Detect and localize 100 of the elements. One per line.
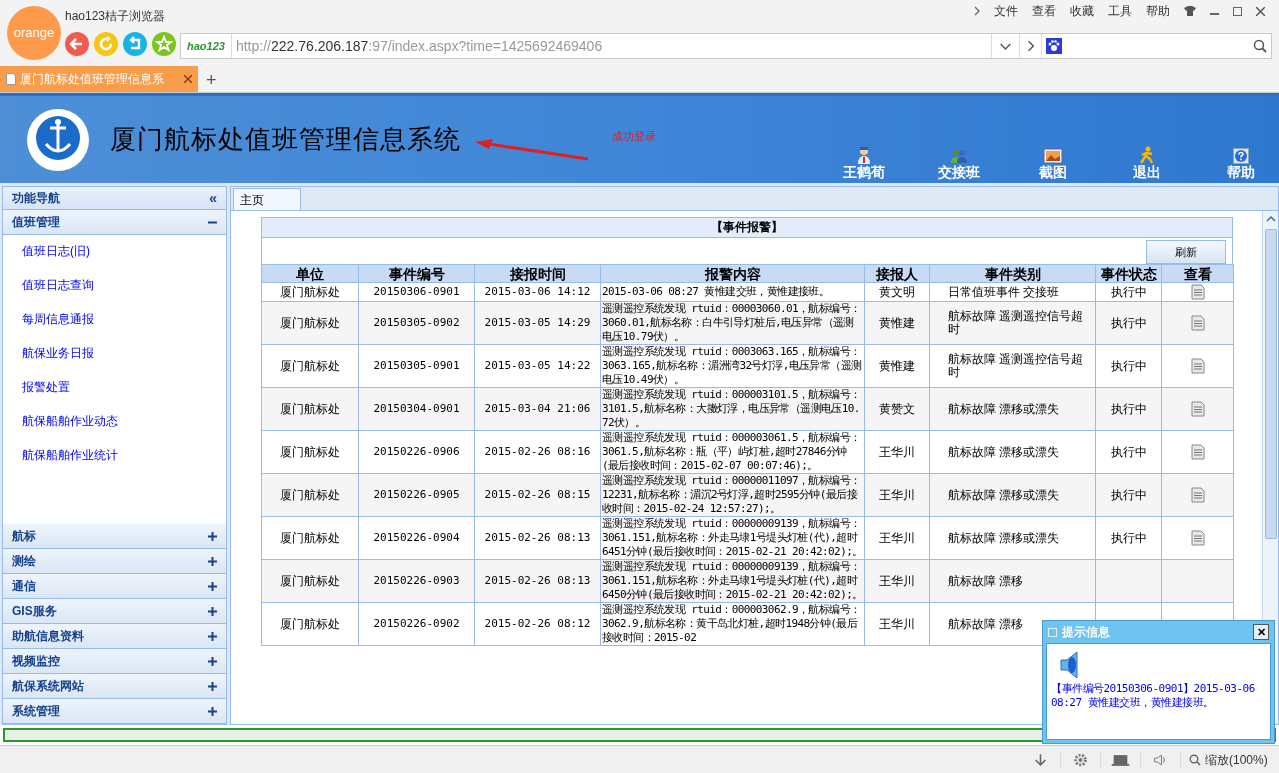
- table-cell: 20150226-0906: [358, 430, 475, 474]
- plus-icon[interactable]: [208, 606, 217, 616]
- sidebar-group[interactable]: GIS服务: [3, 599, 226, 624]
- person-icon: [856, 146, 872, 164]
- plus-icon[interactable]: [208, 556, 217, 566]
- document-icon[interactable]: [1190, 530, 1205, 546]
- chevron-icon[interactable]: [974, 6, 980, 16]
- plus-icon[interactable]: [208, 631, 217, 641]
- sidebar-link[interactable]: 航保船舶作业统计: [22, 445, 118, 479]
- sidebar-link[interactable]: 每周信息通报: [22, 309, 94, 343]
- plus-icon[interactable]: [208, 531, 217, 541]
- header-tool-button[interactable]: 帮助: [1207, 148, 1275, 180]
- table-cell: 2015-02-26 08:16: [474, 430, 601, 474]
- document-icon[interactable]: [1190, 358, 1205, 374]
- table-cell: 遥测遥控系统发现 rtuid：00000011097，航标编号：12231,航标名称：湄沉2号灯浮,超时2595分钟(最后接收时间：2015-02-24 12:57:27);。: [600, 473, 865, 517]
- search-icon: [1189, 753, 1201, 766]
- document-icon[interactable]: [1190, 444, 1205, 460]
- shirt-icon[interactable]: [1184, 6, 1196, 16]
- image-icon: [1043, 148, 1063, 164]
- plus-icon[interactable]: [208, 581, 217, 591]
- refresh-button[interactable]: 刷新: [1146, 240, 1226, 264]
- sidebar-link[interactable]: 航保船舶作业动态: [22, 411, 118, 445]
- menu-item[interactable]: 帮助: [1146, 2, 1170, 20]
- close-icon[interactable]: [1256, 6, 1265, 16]
- header-tool-button[interactable]: 交接班: [925, 148, 993, 180]
- menu-item[interactable]: 文件: [994, 2, 1018, 20]
- zoom-button[interactable]: 缩放(100%): [1181, 750, 1279, 769]
- table-cell: 2015-03-05 14:22: [474, 344, 601, 388]
- table-cell: 20150226-0905: [358, 473, 475, 517]
- star-icon[interactable]: [152, 32, 176, 56]
- return-icon[interactable]: [123, 32, 147, 56]
- sidebar-group[interactable]: 值班管理: [3, 210, 226, 235]
- table-cell: 20150305-0902: [358, 301, 475, 345]
- column-header: 单位: [261, 264, 359, 283]
- table-cell: 遥测遥控系统发现 rtuid：000003062.9，航标编号：3062.9,航标名称：黄干岛北灯桩,超时1948分钟(最后接收时间：2015-02: [600, 602, 865, 646]
- menu-item[interactable]: 工具: [1108, 2, 1132, 20]
- table-cell: 航标故障 漂移或漂失: [929, 473, 1096, 517]
- document-icon[interactable]: [1190, 487, 1205, 503]
- table-cell: 厦门航标处: [261, 301, 359, 345]
- back-icon[interactable]: [65, 32, 89, 56]
- table-cell: 航标故障 漂移: [929, 559, 1096, 603]
- table-cell: 20150226-0903: [358, 559, 475, 603]
- login-note: 成功登录: [612, 129, 656, 145]
- table-cell: 厦门航标处: [261, 430, 359, 474]
- sidebar-group[interactable]: 航保系统网站: [3, 674, 226, 699]
- page-icon: [6, 73, 16, 85]
- table-cell: 厦门航标处: [261, 559, 359, 603]
- emblem-icon: [26, 107, 90, 172]
- table-cell: 2015-02-26 08:13: [474, 516, 601, 560]
- table-cell: 2015-03-04 21:06: [474, 387, 601, 431]
- document-icon[interactable]: [1190, 315, 1205, 331]
- header-tool-button[interactable]: 截图: [1019, 148, 1087, 180]
- plus-icon[interactable]: [208, 656, 217, 666]
- table-cell: 20150226-0902: [358, 602, 475, 646]
- content-tab[interactable]: 主页: [233, 188, 301, 210]
- popup-message: 【事件编号20150306-0901】2015-03-06 08:27 黄惟建交班，黄惟建接班。: [1051, 682, 1256, 710]
- table-cell: 执行中: [1095, 387, 1162, 431]
- header-tool-button[interactable]: 退出: [1113, 146, 1181, 180]
- table-cell: 遥测遥控系统发现 rtuid：00000009139，航标编号：3061.151,航标名称：外走马埭1号堤头灯桩(代),超时6451分钟(最后接收时间：2015-02-21 20:42:02);。: [600, 516, 865, 560]
- sidebar-group[interactable]: 助航信息资料: [3, 624, 226, 649]
- column-header: 报警内容: [600, 264, 865, 283]
- table-cell: 20150306-0901: [358, 282, 475, 302]
- sidebar-group[interactable]: 视频监控: [3, 649, 226, 674]
- table-cell: 王华川: [864, 473, 930, 517]
- table-cell: 王华川: [864, 430, 930, 474]
- document-icon[interactable]: [1190, 284, 1205, 300]
- sidebar-group[interactable]: 系统管理: [3, 699, 226, 724]
- table-cell: 厦门航标处: [261, 602, 359, 646]
- restore-icon[interactable]: [1233, 6, 1242, 16]
- sidebar-group[interactable]: 航标: [3, 524, 226, 549]
- plus-icon[interactable]: [208, 681, 217, 691]
- table-cell: 厦门航标处: [261, 282, 359, 302]
- close-button[interactable]: ✕: [1253, 624, 1269, 640]
- help-icon: [1233, 148, 1249, 164]
- sidebar-link[interactable]: 值班日志查询: [22, 275, 94, 309]
- document-icon[interactable]: [1190, 401, 1205, 417]
- menu-item[interactable]: 查看: [1032, 2, 1056, 20]
- table-cell: 航标故障 遥测遥控信号超时: [929, 301, 1096, 345]
- table-cell: 2015-02-26 08:15: [474, 473, 601, 517]
- plus-icon[interactable]: [208, 706, 217, 716]
- sidebar-group[interactable]: 通信: [3, 574, 226, 599]
- table-cell: 2015-02-26 08:12: [474, 602, 601, 646]
- table-cell: 2015-03-06 14:12: [474, 282, 601, 302]
- table-cell: 厦门航标处: [261, 516, 359, 560]
- sidebar-link[interactable]: 航保业务日报: [22, 343, 94, 377]
- table-cell: 航标故障 漂移或漂失: [929, 516, 1096, 560]
- menu-item[interactable]: 收藏: [1070, 2, 1094, 20]
- table-cell: 日常值班事件 交接班: [929, 282, 1096, 302]
- header-tool-button[interactable]: 王鹤荀: [829, 146, 899, 180]
- sidebar-group[interactable]: 测绘: [3, 549, 226, 574]
- column-header: 接报时间: [474, 264, 601, 283]
- close-icon[interactable]: [184, 75, 192, 83]
- sidebar-link[interactable]: 值班日志(旧): [22, 241, 90, 275]
- new-tab-button[interactable]: +: [198, 68, 225, 92]
- collapse-button[interactable]: «: [209, 191, 217, 205]
- sidebar-link[interactable]: 报警处置: [22, 377, 70, 411]
- table-cell: 厦门航标处: [261, 344, 359, 388]
- table-cell: 遥测遥控系统发现 rtuid：000003061.5，航标编号：3061.5,航标名称：瓶（平）屿灯桩,超时27846分钟(最后接收时间：2015-02-07 00:07:46);。: [600, 430, 865, 474]
- running-figure-icon: [1139, 146, 1155, 164]
- window-icon: [1048, 627, 1057, 637]
